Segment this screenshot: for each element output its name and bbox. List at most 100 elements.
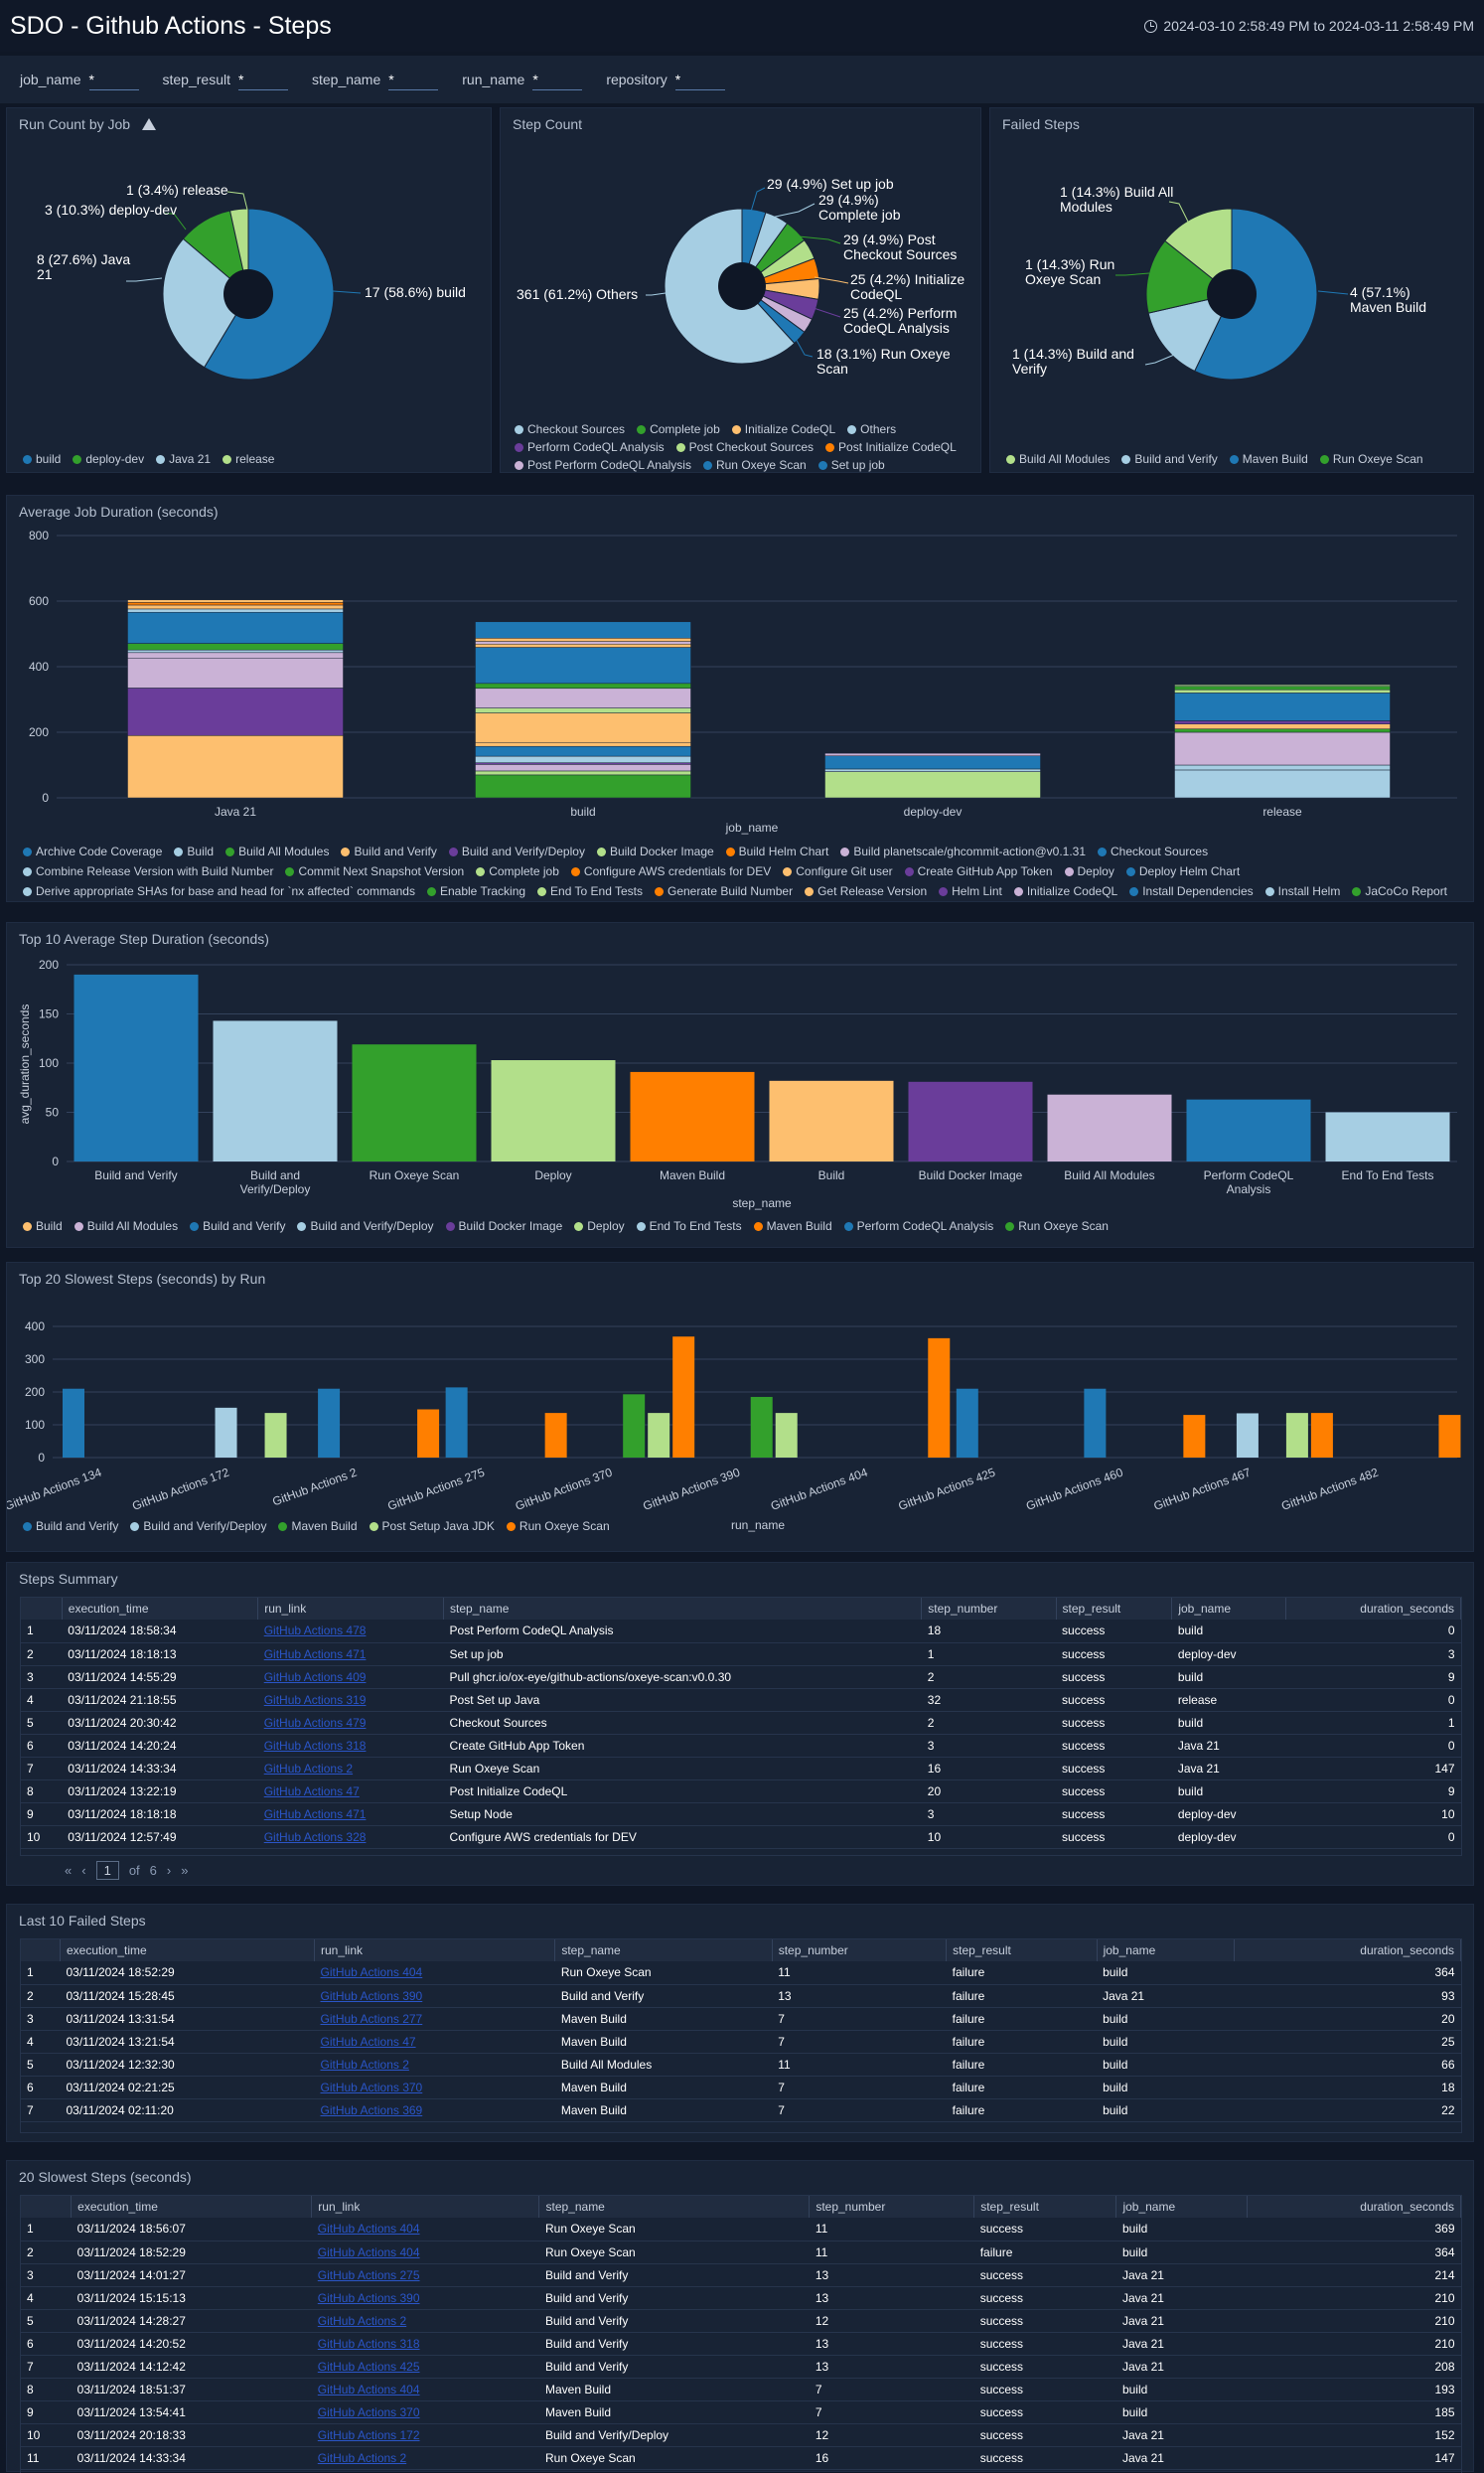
bar[interactable]	[648, 1413, 670, 1458]
run-link[interactable]: GitHub Actions 404	[311, 2218, 539, 2241]
legend-item[interactable]: Enable Tracking	[426, 883, 525, 899]
legend-item[interactable]: Complete job	[637, 422, 720, 436]
bar-segment[interactable]	[475, 764, 691, 772]
legend-item[interactable]: Others	[847, 422, 896, 436]
bar[interactable]	[1310, 1413, 1333, 1458]
run-link[interactable]: GitHub Actions 425	[311, 2355, 539, 2379]
bar-segment[interactable]	[1174, 684, 1391, 688]
run-link[interactable]: GitHub Actions 369	[314, 2098, 555, 2122]
legend-item[interactable]: Build All Modules	[225, 844, 329, 859]
bar-segment[interactable]	[127, 658, 344, 689]
legend-item[interactable]: Build	[23, 1219, 63, 1233]
legend-item[interactable]: Helm Lint	[939, 883, 1002, 899]
legend-item[interactable]: Checkout Sources	[515, 422, 625, 436]
run-link[interactable]: GitHub Actions 2	[257, 1757, 444, 1780]
bar-segment[interactable]	[824, 771, 1041, 799]
legend-item[interactable]: Deploy	[574, 1219, 625, 1233]
bar[interactable]	[672, 1336, 695, 1458]
bar-segment[interactable]	[475, 621, 691, 639]
bar-segment[interactable]	[1174, 728, 1391, 733]
run-link[interactable]: GitHub Actions 47	[257, 1779, 444, 1803]
bar-segment[interactable]	[1174, 686, 1391, 691]
legend-item[interactable]: Configure AWS credentials for DEV	[570, 863, 771, 879]
legend-item[interactable]: Build Docker Image	[596, 844, 714, 859]
legend-item[interactable]: Complete job	[476, 863, 559, 879]
legend-item[interactable]: Combine Release Version with Build Numbe…	[23, 863, 273, 879]
legend-item[interactable]: Post Checkout Sources	[675, 440, 814, 454]
legend-item[interactable]: Generate Build Number	[655, 883, 793, 899]
bar-segment[interactable]	[127, 643, 344, 651]
legend-item[interactable]: Build and Verify/Deploy	[297, 1219, 434, 1233]
legend-item[interactable]: deploy-dev	[73, 452, 144, 466]
legend-item[interactable]: Post Perform CodeQL Analysis	[515, 458, 691, 472]
filter-value[interactable]: *	[674, 70, 725, 90]
run-link[interactable]: GitHub Actions 328	[257, 1825, 444, 1849]
bar-segment[interactable]	[127, 604, 344, 610]
column-header[interactable]: job_name	[1115, 2196, 1248, 2218]
legend-item[interactable]: Maven Build	[278, 1519, 358, 1533]
current-page[interactable]: 1	[95, 1861, 119, 1880]
filter-repository[interactable]: repository *	[606, 70, 725, 90]
bar-segment[interactable]	[1174, 731, 1391, 766]
legend-item[interactable]: Build Helm Chart	[725, 844, 828, 859]
filter-step-result[interactable]: step_result *	[163, 70, 288, 90]
legend-item[interactable]: Initialize CodeQL	[731, 422, 835, 436]
legend-item[interactable]: Run Oxeye Scan	[702, 458, 807, 472]
bar[interactable]	[544, 1413, 567, 1458]
bar[interactable]	[1236, 1413, 1259, 1458]
run-link[interactable]: GitHub Actions 409	[257, 1665, 444, 1689]
column-header[interactable]: job_name	[1097, 1939, 1236, 1961]
column-header[interactable]: execution_time	[62, 1598, 259, 1620]
bar[interactable]	[630, 1071, 755, 1161]
bar[interactable]	[74, 974, 199, 1161]
bar-segment[interactable]	[475, 683, 691, 690]
column-header[interactable]: step_number	[772, 1939, 948, 1961]
legend-item[interactable]: Install Dependencies	[1129, 883, 1254, 899]
bar-segment[interactable]	[475, 707, 691, 713]
bar[interactable]	[1285, 1413, 1308, 1458]
filter-value[interactable]: *	[237, 70, 288, 90]
legend-item[interactable]: Build and Verify/Deploy	[130, 1519, 266, 1533]
legend-item[interactable]: Build All Modules	[1006, 452, 1110, 466]
run-link[interactable]: GitHub Actions 2	[314, 2053, 555, 2077]
run-link[interactable]: GitHub Actions 471	[257, 1642, 444, 1666]
bar[interactable]	[1438, 1415, 1461, 1458]
legend-item[interactable]: build	[23, 452, 61, 466]
column-header[interactable]: step_number	[809, 2196, 975, 2218]
legend-item[interactable]: Create GitHub App Token	[904, 863, 1053, 879]
time-range[interactable]: 2024-03-10 2:58:49 PM to 2024-03-11 2:58…	[1144, 18, 1474, 34]
bar[interactable]	[1047, 1094, 1172, 1161]
bar[interactable]	[491, 1060, 616, 1161]
bar[interactable]	[63, 1388, 84, 1458]
bar-segment[interactable]	[824, 752, 1041, 757]
bar[interactable]	[445, 1387, 468, 1458]
column-header[interactable]: step_name	[443, 1598, 923, 1620]
bar[interactable]	[215, 1407, 237, 1458]
legend-item[interactable]: Build and Verify	[341, 844, 437, 859]
filter-run-name[interactable]: run_name *	[462, 70, 583, 90]
run-link[interactable]: GitHub Actions 318	[257, 1734, 444, 1758]
bar[interactable]	[908, 1081, 1033, 1161]
filter-step-name[interactable]: step_name *	[312, 70, 439, 90]
legend-item[interactable]: Maven Build	[753, 1219, 832, 1233]
run-link[interactable]: GitHub Actions 277	[314, 2007, 555, 2031]
column-header[interactable]: step_name	[554, 1939, 773, 1961]
legend-item[interactable]: Checkout Sources	[1098, 844, 1208, 859]
bar-segment[interactable]	[475, 741, 691, 747]
column-header[interactable]: duration_seconds	[1234, 1939, 1461, 1961]
legend-item[interactable]: Initialize CodeQL	[1013, 883, 1117, 899]
bar-segment[interactable]	[1174, 693, 1391, 721]
column-header[interactable]: duration_seconds	[1285, 1598, 1461, 1620]
column-header[interactable]: run_link	[311, 2196, 540, 2218]
bar-segment[interactable]	[475, 755, 691, 763]
bar-segment[interactable]	[127, 652, 344, 659]
bar-segment[interactable]	[127, 649, 344, 654]
legend-item[interactable]: Get Release Version	[805, 883, 927, 899]
column-header[interactable]: run_link	[314, 1939, 556, 1961]
bar[interactable]	[1183, 1415, 1206, 1458]
legend-item[interactable]: Build	[174, 844, 214, 859]
legend-item[interactable]: Post Initialize CodeQL	[825, 440, 957, 454]
legend-item[interactable]: Run Oxeye Scan	[1005, 1219, 1109, 1233]
bar[interactable]	[928, 1337, 951, 1458]
column-header[interactable]: step_name	[538, 2196, 811, 2218]
